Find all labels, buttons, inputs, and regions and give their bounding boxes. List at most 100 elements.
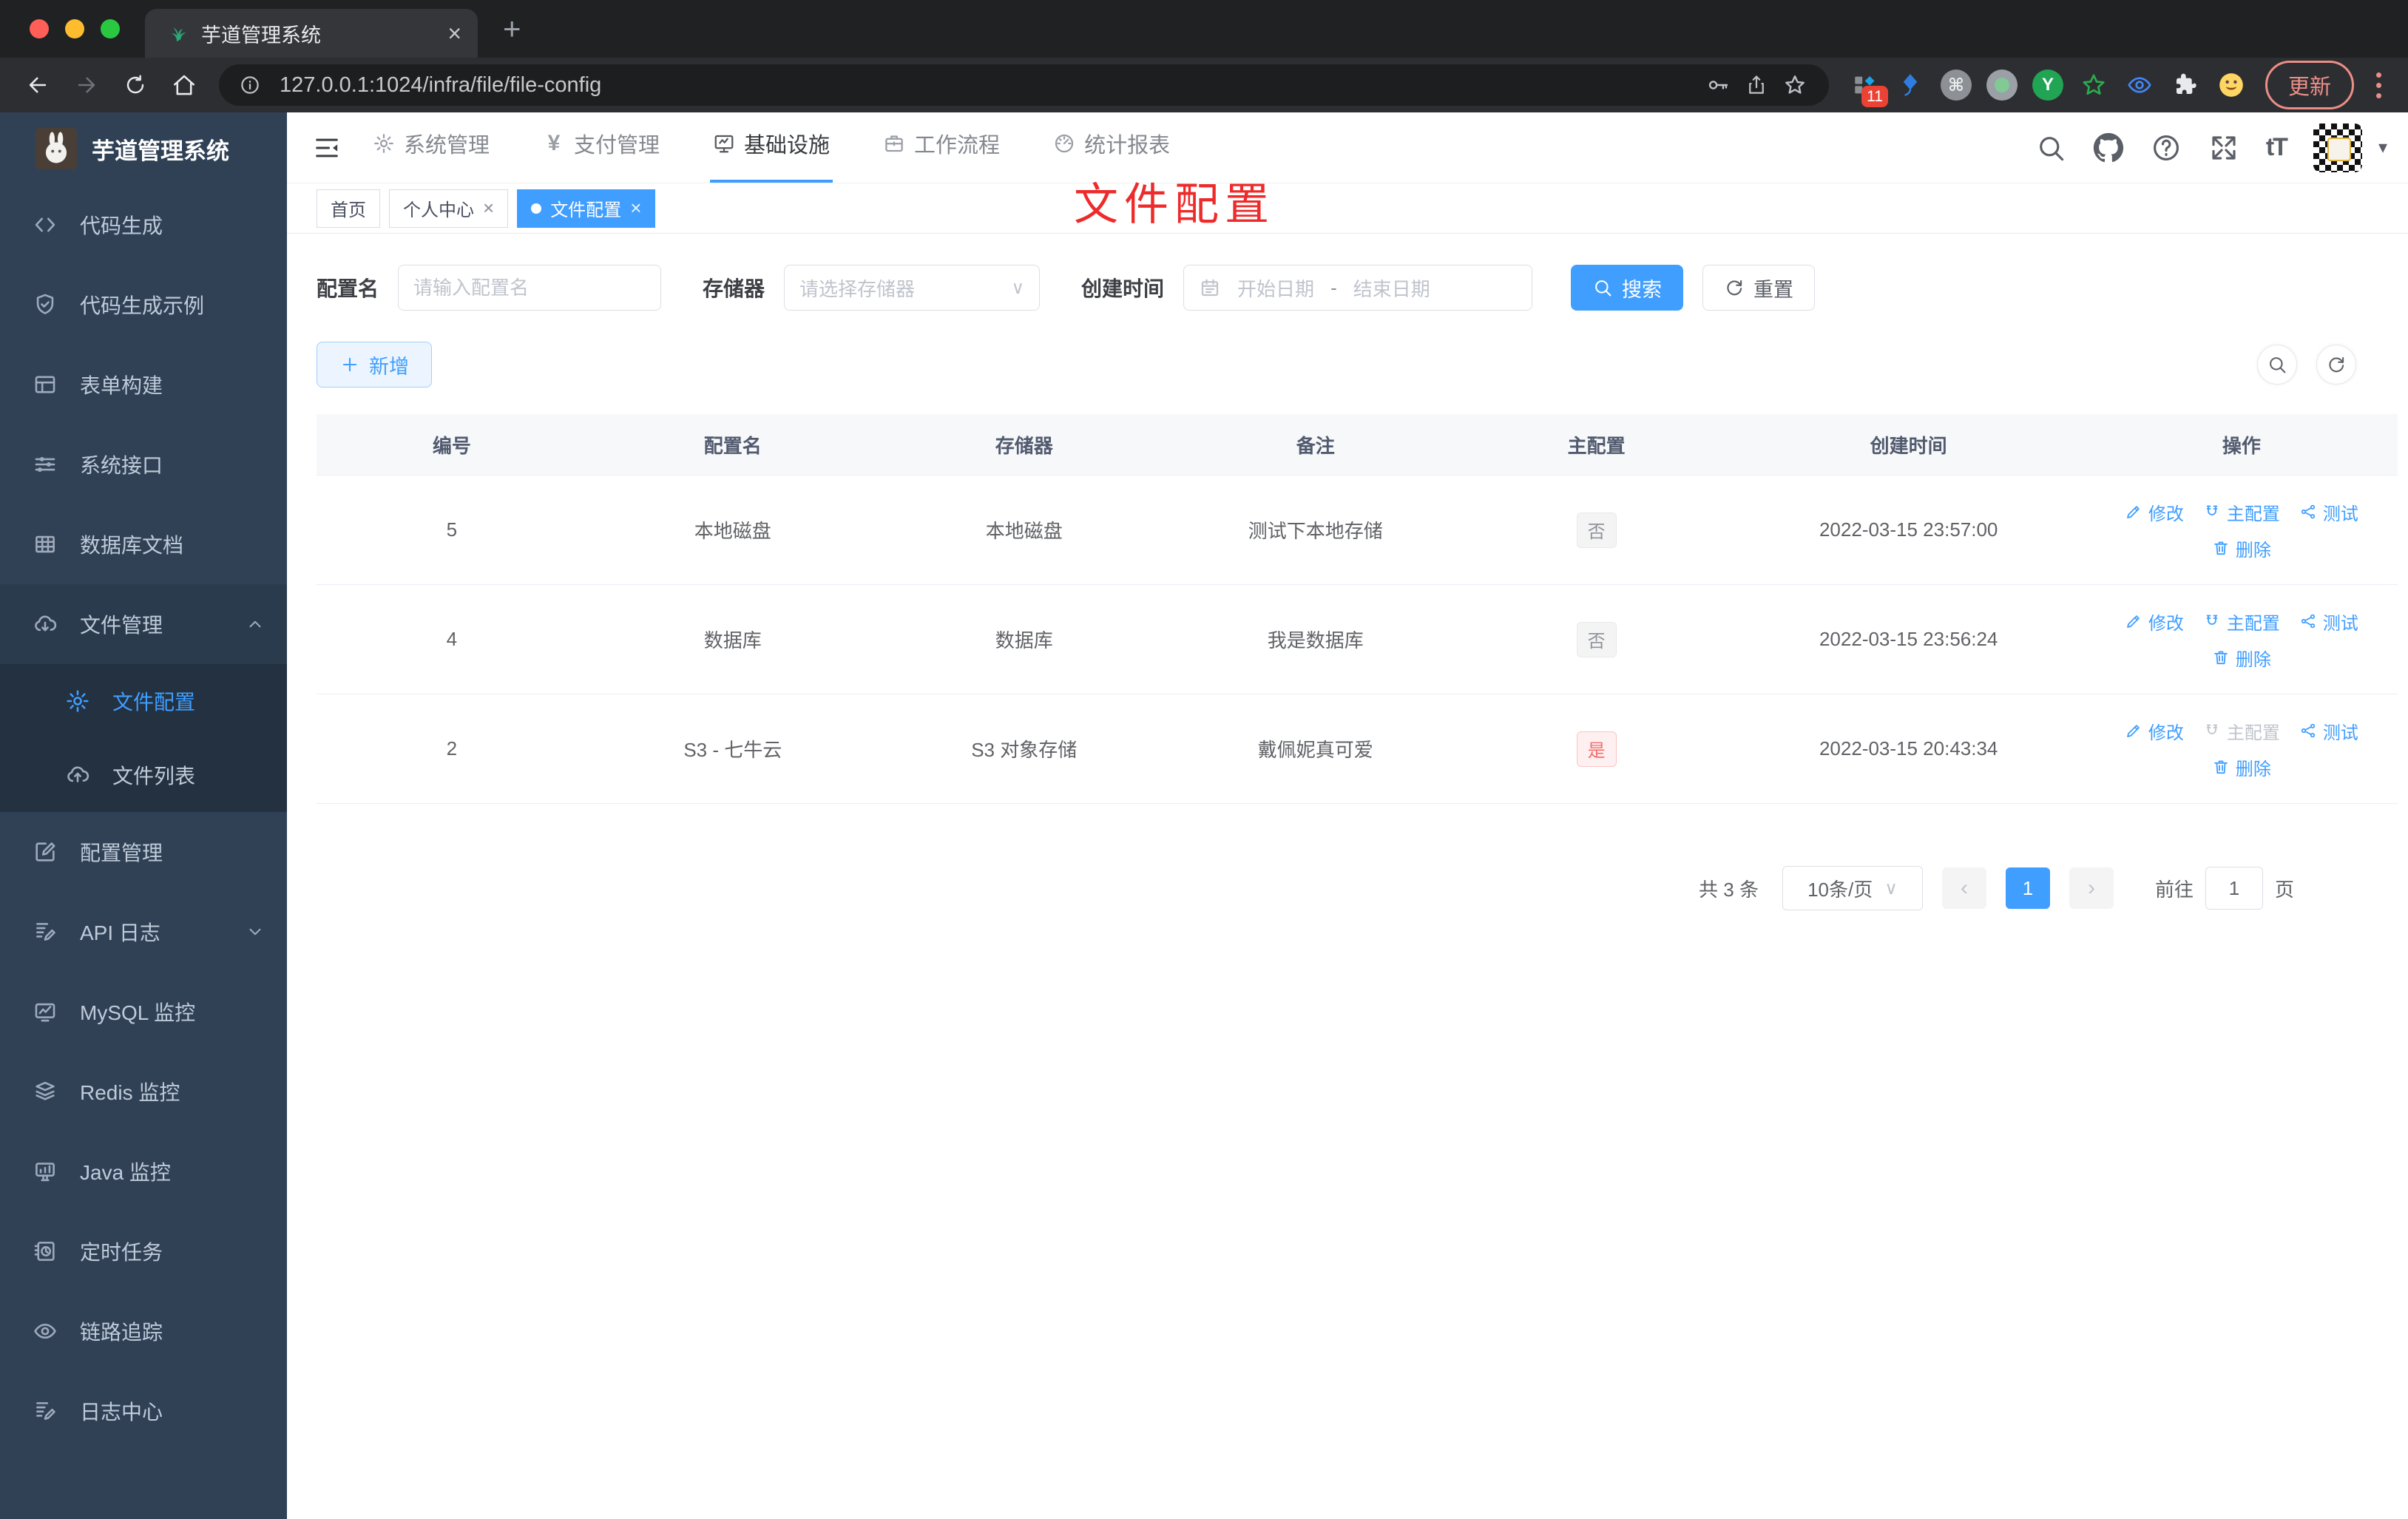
chevron-down-icon: ∨ — [1011, 277, 1025, 298]
chart-monitor-icon — [33, 999, 58, 1024]
add-button[interactable]: 新增 — [317, 342, 432, 388]
col-header-storage: 存储器 — [995, 434, 1053, 457]
sidebar-item-scheduled-tasks[interactable]: 定时任务 — [0, 1211, 287, 1291]
sidebar-item-mysql-monitor[interactable]: MySQL 监控 — [0, 972, 287, 1052]
config-name-input[interactable] — [413, 276, 646, 300]
tag-file-config[interactable]: 文件配置 × — [517, 189, 656, 228]
sidebar-item-form-builder[interactable]: 表单构建 — [0, 345, 287, 424]
sidebar-item-tracing[interactable]: 链路追踪 — [0, 1291, 287, 1371]
tag-close-icon[interactable]: × — [630, 197, 641, 220]
new-tab-button[interactable]: + — [503, 13, 521, 44]
zoom-window-button[interactable] — [101, 19, 120, 38]
sidebar-collapse-icon[interactable] — [306, 127, 348, 169]
sidebar-item-log-center[interactable]: 日志中心 — [0, 1371, 287, 1451]
extension-grid-icon[interactable]: 11 — [1847, 67, 1888, 107]
sidebar-item-file-management[interactable]: 文件管理 — [0, 584, 287, 664]
extension-kite-icon[interactable] — [1893, 67, 1928, 103]
minimize-window-button[interactable] — [65, 19, 84, 38]
menu-item-payment[interactable]: ¥ 支付管理 — [540, 128, 663, 183]
browser-tab-active[interactable]: 芋道管理系统 × — [145, 9, 478, 58]
sidebar-item-api-log[interactable]: API 日志 — [0, 892, 287, 972]
delete-link[interactable]: 删除 — [2212, 535, 2271, 561]
url-text[interactable]: 127.0.0.1:1024/infra/file/file-config — [280, 73, 1699, 98]
reset-button[interactable]: 重置 — [1702, 265, 1816, 311]
extension-star-icon[interactable] — [2076, 67, 2111, 103]
file-config-table: 编号 配置名 存储器 备注 主配置 创建时间 操作 5 本地磁盘 本地磁盘 测试… — [317, 414, 2398, 804]
extension-eye-icon[interactable] — [2122, 67, 2157, 103]
menu-item-workflow[interactable]: 工作流程 — [880, 128, 1003, 183]
goto-page-input[interactable] — [2205, 867, 2263, 910]
share-icon[interactable] — [1737, 66, 1776, 104]
edit-link[interactable]: 修改 — [2125, 609, 2184, 635]
sidebar-item-label: 数据库文档 — [80, 534, 184, 557]
share-nodes-icon — [2299, 503, 2317, 521]
sidebar-item-config-management[interactable]: 配置管理 — [0, 812, 287, 892]
sidebar-item-code-generation[interactable]: 代码生成 — [0, 185, 287, 265]
home-icon[interactable] — [163, 64, 206, 106]
storage-select[interactable]: 请选择存储器 ∨ — [784, 265, 1041, 311]
sidebar-item-file-config[interactable]: 文件配置 — [0, 664, 287, 738]
share-nodes-icon — [2299, 612, 2317, 630]
sidebar-item-java-monitor[interactable]: Java 监控 — [0, 1131, 287, 1211]
edit-link[interactable]: 修改 — [2125, 499, 2184, 525]
table-refresh-button[interactable] — [2316, 345, 2356, 385]
close-window-button[interactable] — [30, 19, 49, 38]
extension-dot-icon[interactable] — [1984, 67, 2020, 103]
tags-view: 首页 个人中心 × 文件配置 × — [287, 183, 2408, 234]
font-size-icon[interactable]: tT — [2266, 133, 2288, 162]
tag-close-icon[interactable]: × — [483, 197, 494, 220]
extension-y-icon[interactable]: Y — [2030, 67, 2066, 103]
sidebar-logo[interactable]: 芋道管理系统 — [0, 112, 287, 185]
site-info-icon[interactable] — [231, 66, 269, 104]
edit-link[interactable]: 修改 — [2125, 718, 2184, 744]
forward-icon[interactable] — [65, 64, 108, 106]
bookmark-star-icon[interactable] — [1776, 66, 1814, 104]
chevron-down-icon — [246, 922, 265, 941]
test-link[interactable]: 测试 — [2299, 609, 2358, 635]
extension-puzzle-icon[interactable] — [2168, 67, 2203, 103]
tag-home[interactable]: 首页 — [317, 189, 380, 228]
test-link[interactable]: 测试 — [2299, 499, 2358, 525]
sidebar-item-file-list[interactable]: 文件列表 — [0, 738, 287, 812]
sidebar-item-code-gen-example[interactable]: 代码生成示例 — [0, 265, 287, 345]
test-link[interactable]: 测试 — [2299, 718, 2358, 744]
code-icon — [33, 212, 58, 237]
delete-link[interactable]: 删除 — [2212, 645, 2271, 671]
master-config-link[interactable]: 主配置 — [2203, 499, 2280, 525]
prev-page-button[interactable]: ‹ — [1941, 867, 1986, 909]
menu-item-reports[interactable]: 统计报表 — [1050, 128, 1173, 183]
github-icon[interactable] — [2093, 132, 2124, 163]
reload-icon[interactable] — [114, 64, 157, 106]
caret-down-icon[interactable]: ▾ — [2378, 137, 2387, 158]
table-search-toggle-button[interactable] — [2257, 345, 2297, 385]
browser-menu-icon[interactable] — [2366, 72, 2392, 98]
date-range-picker[interactable]: 开始日期 - 结束日期 — [1183, 265, 1533, 311]
master-tag: 否 — [1576, 512, 1617, 548]
next-page-button[interactable]: › — [2069, 867, 2114, 909]
search-button[interactable]: 搜索 — [1571, 265, 1684, 311]
help-icon[interactable] — [2151, 132, 2182, 163]
sidebar-item-system-api[interactable]: 系统接口 — [0, 424, 287, 504]
password-key-icon[interactable] — [1699, 66, 1737, 104]
page-size-select[interactable]: 10条/页 ∨ — [1782, 866, 1923, 910]
tab-close-icon[interactable]: × — [447, 21, 461, 45]
extension-command-icon[interactable]: ⌘ — [1938, 67, 1974, 103]
extension-emoji-icon[interactable] — [2213, 67, 2249, 103]
menu-item-infrastructure[interactable]: 基础设施 — [710, 128, 833, 183]
delete-link[interactable]: 删除 — [2212, 754, 2271, 780]
fullscreen-icon[interactable] — [2208, 132, 2239, 163]
search-icon[interactable] — [2035, 132, 2066, 163]
master-config-link[interactable]: 主配置 — [2203, 609, 2280, 635]
page-number-active[interactable]: 1 — [2005, 867, 2050, 909]
browser-update-button[interactable]: 更新 — [2265, 61, 2354, 109]
sidebar-item-db-docs[interactable]: 数据库文档 — [0, 504, 287, 584]
sidebar-item-label: 定时任务 — [80, 1241, 163, 1264]
sidebar-item-redis-monitor[interactable]: Redis 监控 — [0, 1052, 287, 1131]
back-icon[interactable] — [16, 64, 59, 106]
main-area: 系统管理 ¥ 支付管理 基础设施 工作流程 统计报表 tT ▾ 首页 个人中心 … — [287, 112, 2408, 1519]
avatar-qr[interactable] — [2313, 123, 2362, 172]
tag-profile[interactable]: 个人中心 × — [389, 189, 509, 228]
address-bar[interactable]: 127.0.0.1:1024/infra/file/file-config — [219, 64, 1829, 106]
menu-item-system[interactable]: 系统管理 — [370, 128, 493, 183]
goto-label: 前往 — [2154, 878, 2194, 901]
